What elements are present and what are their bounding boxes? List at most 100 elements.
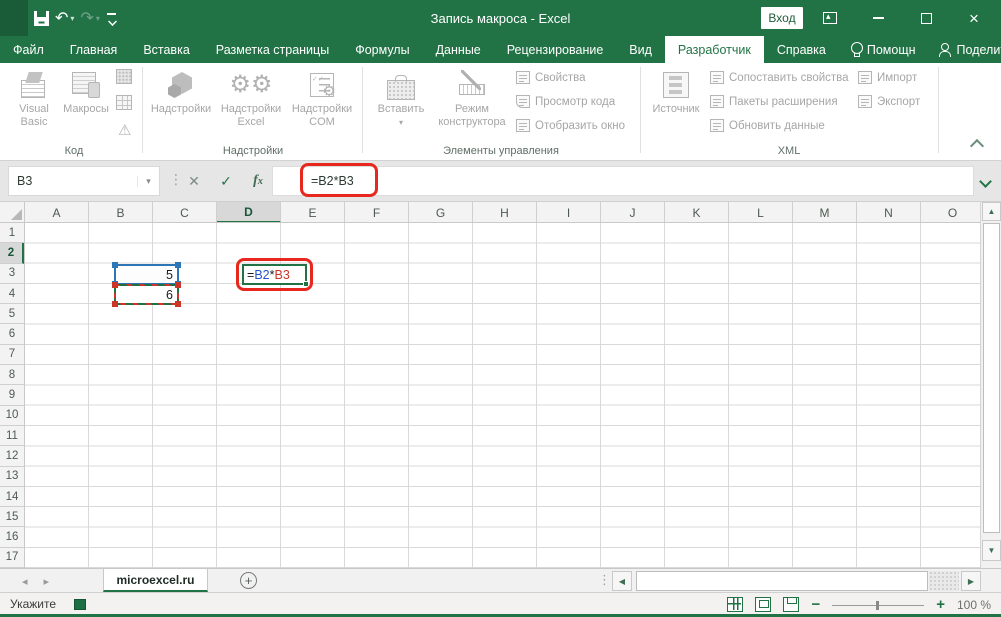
horizontal-scroll-track[interactable]	[929, 571, 959, 591]
row-header-1[interactable]: 1	[0, 223, 24, 243]
macros-button[interactable]: Макросы	[60, 67, 112, 116]
excel-addins-button[interactable]: ⚙⚙ Надстройки Excel	[216, 67, 286, 129]
visual-basic-button[interactable]: Visual Basic	[10, 67, 58, 129]
row-header-15[interactable]: 15	[0, 507, 24, 527]
tab-вставка[interactable]: Вставка	[130, 36, 202, 63]
vertical-scroll-thumb[interactable]	[983, 223, 1000, 533]
sign-in-button[interactable]: Вход	[761, 7, 803, 29]
stop-recording-icon[interactable]	[74, 599, 86, 610]
map-properties-button[interactable]: Сопоставить свойства	[710, 71, 849, 84]
insert-control-button[interactable]: Вставить ▾	[372, 67, 430, 129]
column-header-O[interactable]: O	[921, 202, 980, 223]
record-macro-button[interactable]	[116, 69, 132, 84]
undo-icon[interactable]: ↶▾	[55, 8, 74, 28]
tab-главная[interactable]: Главная	[57, 36, 131, 63]
row-header-10[interactable]: 10	[0, 406, 24, 426]
column-header-C[interactable]: C	[153, 202, 217, 223]
show-window-button[interactable]: Отобразить окно	[516, 119, 625, 132]
column-header-L[interactable]: L	[729, 202, 793, 223]
insert-function-icon[interactable]: fx	[244, 166, 272, 196]
row-header-17[interactable]: 17	[0, 548, 24, 568]
cancel-icon[interactable]: ✕	[180, 166, 208, 196]
tab-формулы[interactable]: Формулы	[342, 36, 422, 63]
row-header-3[interactable]: 3	[0, 264, 24, 284]
next-sheet-icon[interactable]: ▸	[44, 575, 50, 588]
tab-файл[interactable]: Файл	[0, 36, 57, 63]
refresh-data-button[interactable]: Обновить данные	[710, 119, 825, 132]
design-mode-button[interactable]: Режим конструктора	[434, 67, 510, 129]
column-header-G[interactable]: G	[409, 202, 473, 223]
fill-handle[interactable]	[303, 281, 309, 287]
column-header-K[interactable]: K	[665, 202, 729, 223]
tab-данные[interactable]: Данные	[423, 36, 494, 63]
select-all-corner[interactable]	[0, 202, 25, 223]
assistant-entry[interactable]: Помощн	[839, 36, 927, 63]
row-header-16[interactable]: 16	[0, 527, 24, 547]
close-icon[interactable]: ×	[950, 0, 998, 36]
cell-B2[interactable]: 5	[114, 264, 179, 285]
hscroll-divider[interactable]: ⋮	[598, 572, 611, 588]
row-header-9[interactable]: 9	[0, 385, 24, 405]
zoom-slider[interactable]	[832, 598, 924, 612]
horizontal-scroll-thumb[interactable]	[636, 571, 928, 591]
new-sheet-icon[interactable]: +	[240, 572, 257, 589]
page-layout-view-icon[interactable]	[755, 597, 771, 612]
formula-input[interactable]: =B2*B3	[272, 166, 974, 196]
import-button[interactable]: Импорт	[858, 71, 917, 84]
column-header-M[interactable]: M	[793, 202, 857, 223]
cell-B3[interactable]: 6	[114, 284, 179, 305]
enter-icon[interactable]: ✓	[212, 166, 240, 196]
column-header-F[interactable]: F	[345, 202, 409, 223]
relative-references-button[interactable]	[116, 95, 132, 110]
row-header-5[interactable]: 5	[0, 304, 24, 324]
cells-canvas[interactable]: 5 6 =B2*B3	[25, 223, 980, 568]
share-entry[interactable]: Поделиться	[927, 36, 1001, 63]
name-box[interactable]: B3 ▾	[8, 166, 160, 196]
name-box-dropdown-icon[interactable]: ▾	[137, 176, 159, 187]
row-header-8[interactable]: 8	[0, 365, 24, 385]
cell-D2[interactable]: =B2*B3	[242, 264, 307, 285]
row-header-13[interactable]: 13	[0, 467, 24, 487]
column-header-A[interactable]: A	[25, 202, 89, 223]
prev-sheet-icon[interactable]: ◂	[22, 575, 28, 588]
save-icon[interactable]	[34, 11, 49, 26]
tab-разметка-страницы[interactable]: Разметка страницы	[203, 36, 342, 63]
row-header-12[interactable]: 12	[0, 446, 24, 466]
macro-security-button[interactable]: ⚠	[118, 121, 131, 139]
row-header-4[interactable]: 4	[0, 284, 24, 304]
column-header-D[interactable]: D	[217, 202, 281, 223]
zoom-out-icon[interactable]: −	[811, 596, 820, 613]
column-header-J[interactable]: J	[601, 202, 665, 223]
page-break-view-icon[interactable]	[783, 597, 799, 612]
scroll-right-icon[interactable]: ▶	[961, 571, 981, 591]
maximize-icon[interactable]	[902, 0, 950, 36]
collapse-ribbon-icon[interactable]	[970, 139, 984, 153]
export-button[interactable]: Экспорт	[858, 95, 920, 108]
tab-вид[interactable]: Вид	[616, 36, 665, 63]
com-addins-button[interactable]: ⚙ Надстройки COM	[288, 67, 356, 129]
properties-button[interactable]: Свойства	[516, 71, 586, 84]
vertical-scrollbar[interactable]: ▲ ▼	[980, 202, 1001, 568]
row-header-2[interactable]: 2	[0, 243, 24, 263]
view-code-button[interactable]: Просмотр кода	[516, 95, 615, 108]
column-header-I[interactable]: I	[537, 202, 601, 223]
row-header-6[interactable]: 6	[0, 324, 24, 344]
expand-formula-bar-icon[interactable]	[979, 175, 992, 188]
tab-разработчик[interactable]: Разработчик	[665, 36, 764, 63]
row-header-14[interactable]: 14	[0, 487, 24, 507]
ribbon-display-options-icon[interactable]	[806, 0, 854, 36]
row-header-11[interactable]: 11	[0, 426, 24, 446]
tab-справка[interactable]: Справка	[764, 36, 839, 63]
column-header-E[interactable]: E	[281, 202, 345, 223]
column-header-H[interactable]: H	[473, 202, 537, 223]
tab-рецензирование[interactable]: Рецензирование	[494, 36, 617, 63]
minimize-icon[interactable]	[854, 0, 902, 36]
scroll-down-icon[interactable]: ▼	[982, 540, 1001, 561]
scroll-left-icon[interactable]: ◀	[612, 571, 632, 591]
column-header-N[interactable]: N	[857, 202, 921, 223]
row-header-7[interactable]: 7	[0, 345, 24, 365]
customize-qat-icon[interactable]	[106, 12, 118, 24]
redo-icon[interactable]: ↷▾	[80, 8, 99, 28]
column-header-B[interactable]: B	[89, 202, 153, 223]
excel-app-icon[interactable]	[0, 0, 28, 36]
